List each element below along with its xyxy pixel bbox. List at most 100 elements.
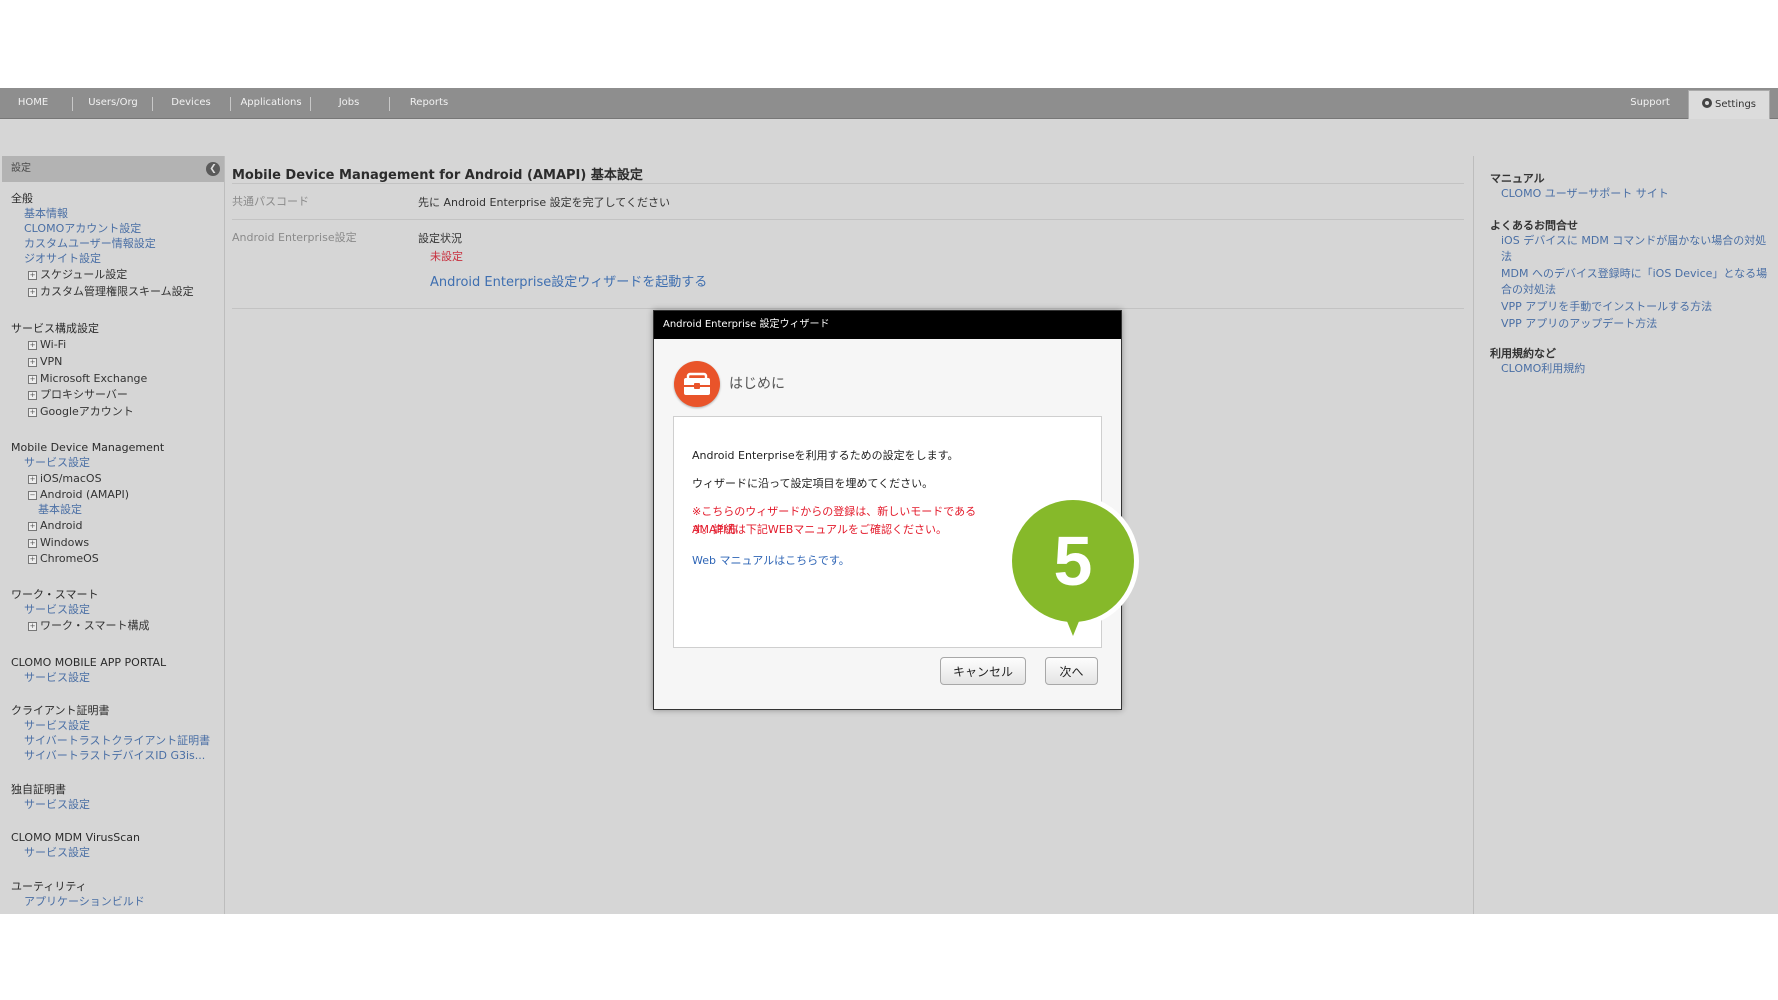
- sidebar-item-own-cert-service[interactable]: サービス設定: [24, 797, 90, 812]
- sidebar-tree-label: ワーク・スマート構成: [40, 619, 150, 632]
- sidebar-tree-label: スケジュール設定: [40, 268, 128, 281]
- passcode-label: 共通パスコード: [232, 195, 309, 208]
- sidebar-section-title: CLOMO MOBILE APP PORTAL: [11, 656, 167, 669]
- sidebar-item-client-cert-service[interactable]: サービス設定: [24, 718, 90, 733]
- sidebar-item-basic-info[interactable]: 基本情報: [24, 206, 68, 221]
- sidebar-tree-label: Googleアカウント: [40, 405, 134, 418]
- sidebar-section-title: 独自証明書: [11, 783, 66, 796]
- sidebar-item-amapi-basic[interactable]: 基本設定: [38, 502, 82, 517]
- sidebar-tree-label: カスタム管理権限スキーム設定: [40, 285, 194, 298]
- expand-icon: +: [28, 555, 37, 564]
- manual-heading: マニュアル: [1490, 172, 1545, 185]
- gear-icon: [1701, 98, 1712, 108]
- sidebar-tree-ios-macos[interactable]: + iOS/macOS: [28, 471, 102, 486]
- nav-reports[interactable]: Reports: [396, 88, 462, 118]
- nav-settings-tab[interactable]: Settings: [1688, 90, 1770, 119]
- sidebar-tree-custom-admin[interactable]: + カスタム管理権限スキーム設定: [28, 284, 194, 299]
- sidebar-section-title: CLOMO MDM VirusScan: [11, 831, 140, 844]
- expand-icon: +: [28, 358, 37, 367]
- settings-label: Settings: [1714, 99, 1756, 110]
- dialog-heading: はじめに: [729, 376, 785, 392]
- sidebar-tree-proxy[interactable]: + プロキシサーバー: [28, 387, 128, 402]
- status-value: 未設定: [430, 250, 463, 263]
- expand-icon: +: [28, 475, 37, 484]
- sidebar-item-worksmart-service[interactable]: サービス設定: [24, 602, 90, 617]
- sidebar-section-title: ユーティリティ: [11, 880, 87, 893]
- web-manual-link[interactable]: Web マニュアルはこちらです。: [692, 552, 850, 568]
- nav-separator: [389, 97, 390, 111]
- android-enterprise-label: Android Enterprise設定: [232, 231, 357, 244]
- sidebar-tree-worksmart-config[interactable]: + ワーク・スマート構成: [28, 618, 149, 633]
- collapse-left-icon[interactable]: ❮: [206, 162, 220, 176]
- terms-link[interactable]: CLOMO利用規約: [1501, 361, 1771, 377]
- expand-icon: +: [28, 271, 37, 280]
- warning-text-line2: す。詳細は下記WEBマニュアルをご確認ください。: [692, 523, 947, 536]
- sidebar-tree-label: Android (AMAPI): [40, 488, 130, 501]
- sidebar-tree-exchange[interactable]: + Microsoft Exchange: [28, 371, 147, 386]
- sidebar-tree-label: Wi-Fi: [40, 338, 67, 351]
- intro-text: Android Enterpriseを利用するための設定をします。: [692, 449, 959, 462]
- support-site-link[interactable]: CLOMO ユーザーサポート サイト: [1501, 186, 1771, 202]
- expand-icon: +: [28, 391, 37, 400]
- sidebar-tree-vpn[interactable]: + VPN: [28, 354, 62, 369]
- nav-applications[interactable]: Applications: [236, 88, 306, 118]
- sidebar-item-geosite[interactable]: ジオサイト設定: [24, 251, 101, 266]
- faq-link[interactable]: MDM へのデバイス登録時に「iOS Device」となる場合の対処法: [1501, 266, 1771, 298]
- sidebar-tree-label: Android: [40, 519, 83, 532]
- sidebar-item-app-build[interactable]: アプリケーションビルド: [24, 894, 145, 909]
- nav-devices[interactable]: Devices: [158, 88, 224, 118]
- collapse-icon: −: [28, 491, 37, 500]
- sidebar-title: 設定: [11, 163, 31, 174]
- expand-icon: +: [28, 375, 37, 384]
- sidebar-section-title: Mobile Device Management: [11, 441, 165, 454]
- nav-support[interactable]: Support: [1620, 88, 1680, 118]
- sidebar-tree-google-account[interactable]: + Googleアカウント: [28, 404, 134, 419]
- sidebar-item-cybertrust-device-id[interactable]: サイバートラストデバイスID G3is...: [24, 748, 205, 763]
- expand-icon: +: [28, 622, 37, 631]
- sidebar-item-custom-user-info[interactable]: カスタムユーザー情報設定: [24, 236, 156, 251]
- divider: [232, 308, 1464, 309]
- sidebar-section-title: クライアント証明書: [11, 704, 110, 717]
- sidebar-tree-label: プロキシサーバー: [40, 388, 128, 401]
- sidebar-item-mdm-service[interactable]: サービス設定: [24, 455, 90, 470]
- status-label: 設定状況: [418, 232, 462, 245]
- sidebar-tree-android[interactable]: + Android: [28, 518, 83, 533]
- settings-sidebar: 設定 ❮ 全般 基本情報 CLOMOアカウント設定 カスタムユーザー情報設定 ジ…: [2, 156, 225, 914]
- sidebar-tree-chromeos[interactable]: + ChromeOS: [28, 551, 99, 566]
- nav-separator: [72, 97, 73, 111]
- nav-users-org[interactable]: Users/Org: [78, 88, 148, 118]
- instruction-text: ウィザードに沿って設定項目を埋めてください。: [692, 477, 934, 490]
- nav-jobs[interactable]: Jobs: [316, 88, 382, 118]
- sidebar-tree-label: Windows: [40, 536, 90, 549]
- sidebar-item-app-portal-service[interactable]: サービス設定: [24, 670, 90, 685]
- divider: [232, 183, 1464, 184]
- divider: [232, 219, 1464, 220]
- terms-heading: 利用規約など: [1490, 347, 1556, 360]
- expand-icon: +: [28, 539, 37, 548]
- faq-link[interactable]: VPP アプリを手動でインストールする方法: [1501, 299, 1771, 315]
- sidebar-tree-label: iOS/macOS: [40, 472, 102, 485]
- faq-link[interactable]: VPP アプリのアップデート方法: [1501, 316, 1771, 332]
- sidebar-tree-windows[interactable]: + Windows: [28, 535, 89, 550]
- sidebar-section-title: ワーク・スマート: [11, 588, 99, 601]
- sidebar-tree-schedule[interactable]: + スケジュール設定: [28, 267, 127, 282]
- sidebar-tree-wifi[interactable]: + Wi-Fi: [28, 337, 66, 352]
- expand-icon: +: [28, 288, 37, 297]
- dialog-title: Android Enterprise 設定ウィザード: [654, 311, 1121, 339]
- step-callout-badge: 5: [1007, 495, 1139, 655]
- nav-home[interactable]: HOME: [0, 88, 66, 118]
- sidebar-item-virusscan-service[interactable]: サービス設定: [24, 845, 90, 860]
- cancel-button[interactable]: キャンセル: [940, 657, 1026, 685]
- nav-separator: [310, 97, 311, 111]
- faq-link[interactable]: iOS デバイスに MDM コマンドが届かない場合の対処法: [1501, 233, 1771, 265]
- launch-wizard-link[interactable]: Android Enterprise設定ウィザードを起動する: [430, 271, 707, 290]
- nav-separator: [230, 97, 231, 111]
- sidebar-section-title: サービス構成設定: [11, 322, 99, 335]
- sidebar-item-clomo-account[interactable]: CLOMOアカウント設定: [24, 221, 141, 236]
- sidebar-tree-label: VPN: [40, 355, 63, 368]
- top-navigation: HOME Users/Org Devices Applications Jobs…: [0, 88, 1778, 119]
- next-button[interactable]: 次へ: [1045, 657, 1098, 685]
- sidebar-item-cybertrust-client-cert[interactable]: サイバートラストクライアント証明書: [24, 733, 210, 748]
- sidebar-tree-android-amapi[interactable]: − Android (AMAPI): [28, 487, 129, 502]
- expand-icon: +: [28, 341, 37, 350]
